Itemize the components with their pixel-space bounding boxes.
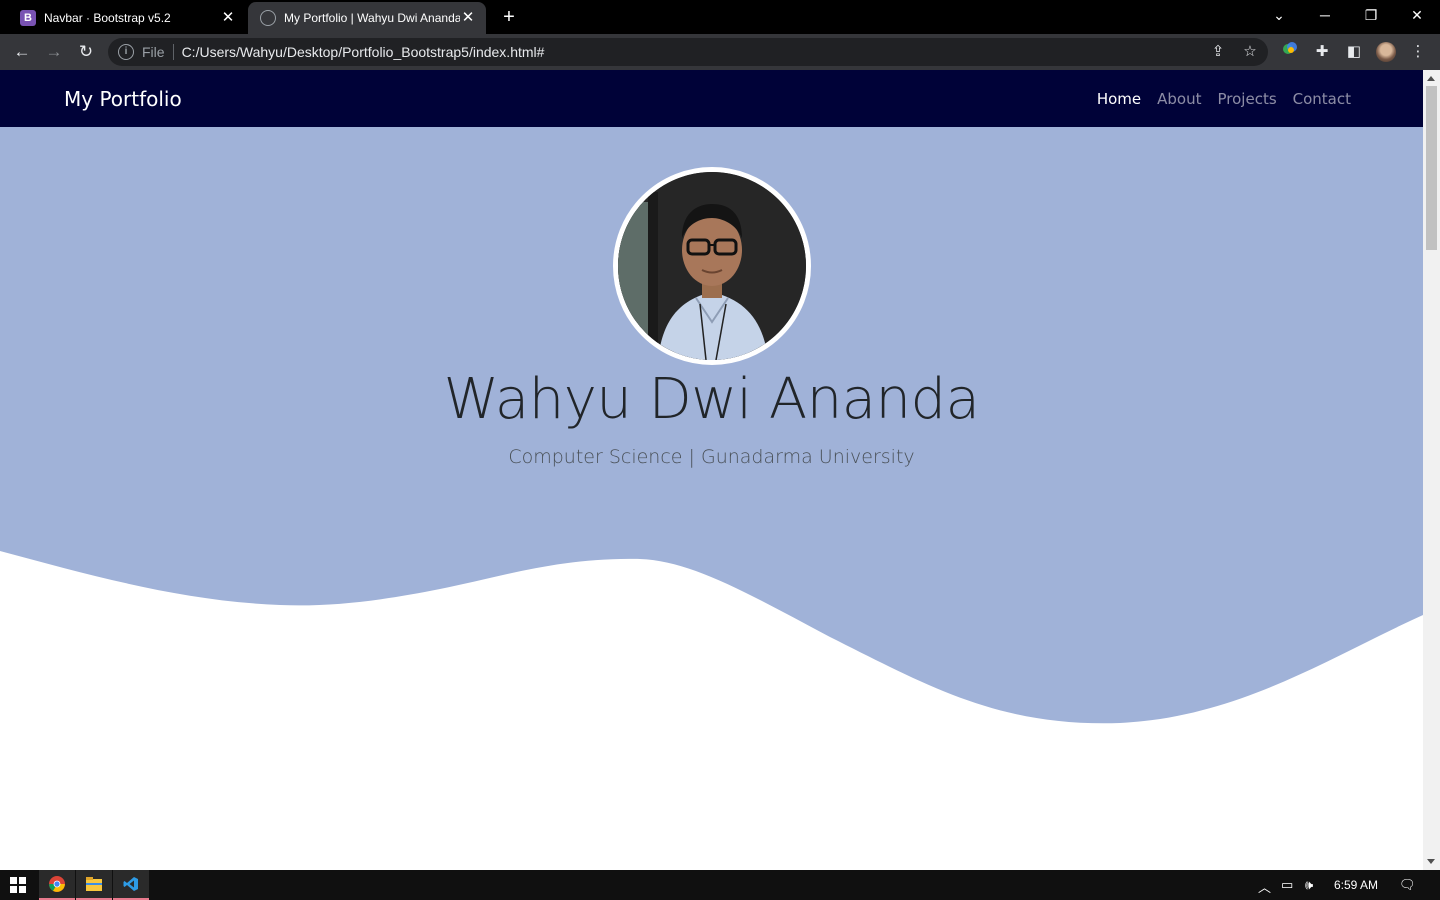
- volume-icon[interactable]: 🕪: [1305, 877, 1313, 893]
- browser-tab-strip: B Navbar · Bootstrap v5.2 ✕ My Portfolio…: [0, 0, 1440, 34]
- hero-subtitle: Computer Science | Gunadarma University: [508, 446, 915, 468]
- hero-section: Wahyu Dwi Ananda Computer Science | Guna…: [0, 127, 1423, 870]
- reload-icon[interactable]: ↻: [74, 40, 98, 64]
- scroll-down-arrow-icon[interactable]: [1427, 859, 1435, 864]
- share-icon[interactable]: ⇪: [1208, 42, 1228, 62]
- bookmark-star-icon[interactable]: ☆: [1240, 42, 1260, 62]
- hero-name: Wahyu Dwi Ananda: [443, 367, 980, 432]
- scrollbar-thumb[interactable]: [1426, 86, 1437, 250]
- chrome-icon[interactable]: [39, 870, 75, 900]
- close-tab-icon[interactable]: ✕: [460, 10, 476, 26]
- minimize-button[interactable]: ─: [1302, 0, 1348, 30]
- url-text[interactable]: C:/Users/Wahyu/Desktop/Portfolio_Bootstr…: [182, 44, 545, 60]
- site-info-icon[interactable]: i: [118, 44, 134, 60]
- windows-taskbar: ︿ ▭ 🕪 6:59 AM 🗨: [0, 870, 1440, 900]
- nav-link-about[interactable]: About: [1157, 90, 1201, 108]
- bootstrap-favicon-icon: B: [20, 10, 36, 26]
- nav-link-projects[interactable]: Projects: [1218, 90, 1277, 108]
- extensions-puzzle-icon[interactable]: ✚: [1310, 40, 1334, 64]
- restore-button[interactable]: ❐: [1348, 0, 1394, 30]
- address-bar[interactable]: i File C:/Users/Wahyu/Desktop/Portfolio_…: [108, 38, 1268, 66]
- page-viewport: My Portfolio Home About Projects Contact: [0, 70, 1423, 870]
- globe-icon: [260, 10, 276, 26]
- vscode-icon[interactable]: [113, 870, 149, 900]
- tab-my-portfolio[interactable]: My Portfolio | Wahyu Dwi Ananda ✕: [248, 2, 486, 34]
- tab-title: My Portfolio | Wahyu Dwi Ananda: [284, 11, 460, 25]
- close-window-button[interactable]: ✕: [1394, 0, 1440, 30]
- taskbar-clock[interactable]: 6:59 AM: [1334, 878, 1378, 892]
- forward-arrow-icon[interactable]: →: [42, 40, 66, 64]
- back-arrow-icon[interactable]: ←: [10, 40, 34, 64]
- navbar-brand[interactable]: My Portfolio: [64, 87, 182, 111]
- side-panel-icon[interactable]: ◧: [1342, 40, 1366, 64]
- divider: [172, 44, 174, 60]
- nav-link-contact[interactable]: Contact: [1293, 90, 1351, 108]
- close-tab-icon[interactable]: ✕: [220, 10, 236, 26]
- site-navbar: My Portfolio Home About Projects Contact: [0, 70, 1423, 127]
- profile-photo: [613, 167, 811, 365]
- nav-link-home[interactable]: Home: [1097, 90, 1141, 108]
- notification-center-icon[interactable]: 🗨: [1399, 877, 1416, 893]
- tab-title: Navbar · Bootstrap v5.2: [44, 11, 171, 25]
- nav-links: Home About Projects Contact: [1097, 90, 1351, 108]
- new-tab-button[interactable]: +: [498, 6, 520, 28]
- network-icon[interactable]: ▭: [1281, 877, 1293, 893]
- extension-color-icon[interactable]: [1278, 40, 1302, 64]
- scroll-up-arrow-icon[interactable]: [1427, 76, 1435, 81]
- tab-navbar-bootstrap[interactable]: B Navbar · Bootstrap v5.2 ✕: [8, 2, 246, 34]
- kebab-menu-icon[interactable]: ⋮: [1406, 40, 1430, 64]
- show-hidden-icons-chevron-icon[interactable]: ︿: [1258, 877, 1271, 896]
- page-scrollbar[interactable]: [1423, 70, 1440, 870]
- windows-start-icon[interactable]: [0, 870, 36, 900]
- profile-avatar[interactable]: [1376, 42, 1396, 62]
- tab-search-icon[interactable]: ⌄: [1256, 0, 1302, 30]
- scheme-label: File: [142, 44, 165, 60]
- file-explorer-icon[interactable]: [76, 870, 112, 900]
